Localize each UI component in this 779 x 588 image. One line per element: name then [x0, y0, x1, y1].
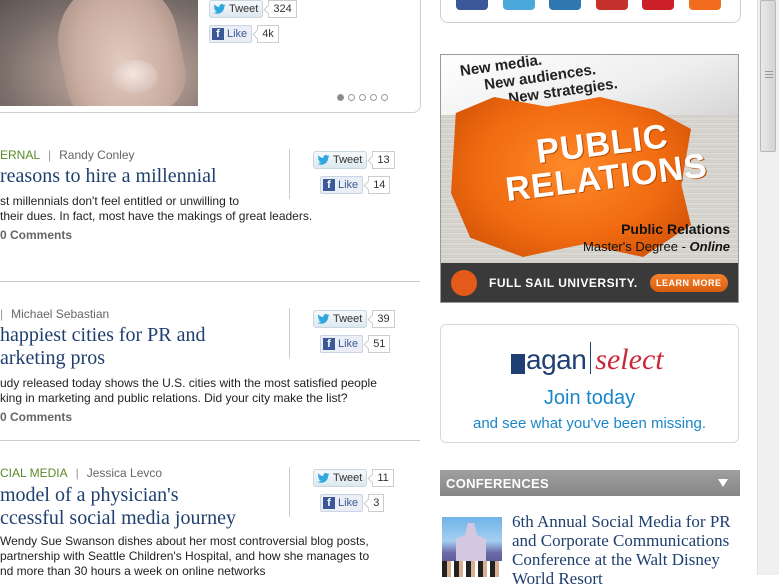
conference-title-link[interactable]: 6th Annual Social Media for PR and Corpo… [512, 512, 752, 588]
youtube-icon[interactable] [596, 0, 628, 10]
article-3-meta: CIAL MEDIA | Jessica Levco [0, 466, 163, 480]
slide-dot-4[interactable] [370, 94, 377, 101]
slide-pager [337, 94, 388, 101]
article-2-meta: | Michael Sebastian [0, 307, 110, 321]
article-3-headline[interactable]: model of a physician's ccessful social m… [0, 484, 236, 530]
article-2-tweet-button[interactable]: Tweet 39 [313, 310, 395, 328]
article-1-excerpt: st millennials don't feel entitled or un… [0, 194, 313, 223]
tweet-count: 13 [372, 151, 395, 169]
twitter-icon[interactable] [503, 0, 535, 10]
article-1-meta: ERNAL | Randy Conley [0, 148, 135, 162]
social-icons-bar [440, 0, 741, 23]
chevron-down-icon[interactable] [718, 479, 728, 487]
article-1-comments[interactable]: 0 Comments [0, 228, 72, 242]
article-2-comments[interactable]: 0 Comments [0, 410, 72, 424]
rss-icon[interactable] [689, 0, 721, 10]
article-separator [0, 440, 420, 441]
ragan-subtext: and see what you've been missing. [472, 415, 706, 432]
tweet-count: 324 [268, 0, 297, 18]
article-1-like-button[interactable]: f Like 14 [320, 176, 391, 194]
slide-dot-1[interactable] [337, 94, 344, 101]
tweet-label: Tweet [229, 3, 259, 15]
twitter-bird-icon [317, 473, 330, 483]
tweet-count: 39 [372, 310, 395, 328]
facebook-f-icon: f [323, 179, 335, 191]
article-2-headline[interactable]: happiest cities for PR and arketing pros [0, 324, 206, 370]
pinterest-icon[interactable] [642, 0, 674, 10]
learn-more-button[interactable]: LEARN MORE [650, 274, 728, 292]
article-3-like-button[interactable]: f Like 3 [320, 494, 385, 512]
ragan-join-link[interactable]: Join today [441, 387, 738, 410]
article-1-headline[interactable]: reasons to hire a millennial [0, 165, 217, 188]
article-2-like-button[interactable]: f Like 51 [320, 335, 391, 353]
facebook-f-icon: f [323, 497, 335, 509]
ad-degree-subtitle: Master's Degree - Online [583, 239, 730, 254]
article-1-tweet-button[interactable]: Tweet 13 [313, 151, 395, 169]
ad-degree-title: Public Relations [621, 221, 730, 237]
public-relations-ad[interactable]: New media. New audiences. New strategies… [440, 54, 739, 303]
like-count: 51 [368, 335, 391, 353]
divider [289, 149, 290, 199]
article-3-category[interactable]: CIAL MEDIA [0, 466, 68, 480]
hero-tweet-button[interactable]: Tweet 324 [209, 0, 297, 18]
tweet-count: 11 [372, 469, 394, 487]
article-1-author[interactable]: Randy Conley [59, 148, 134, 162]
vertical-scrollbar[interactable] [757, 0, 779, 575]
article-2-excerpt: udy released today shows the U.S. cities… [0, 376, 377, 405]
twitter-bird-icon [317, 155, 330, 165]
article-separator [0, 281, 420, 282]
slide-dot-5[interactable] [381, 94, 388, 101]
article-3-author[interactable]: Jessica Levco [87, 466, 162, 480]
article-3-tweet-button[interactable]: Tweet 11 [313, 469, 394, 487]
facebook-icon[interactable] [456, 0, 488, 10]
article-3-excerpt: Wendy Sue Swanson dishes about her most … [0, 534, 370, 578]
hero-like-button[interactable]: f Like 4k [209, 25, 279, 43]
divider [289, 308, 290, 358]
article-2-author[interactable]: Michael Sebastian [11, 307, 109, 321]
ragan-select-promo[interactable]: agan select Join today and see what you'… [440, 324, 739, 443]
full-sail-logo-icon [451, 270, 477, 296]
ragan-select-logo: agan select [511, 342, 664, 375]
scrollbar-thumb[interactable] [760, 0, 776, 152]
like-count: 3 [368, 494, 385, 512]
twitter-bird-icon [317, 314, 330, 324]
facebook-f-icon: f [323, 338, 335, 350]
facebook-f-icon: f [212, 28, 224, 40]
slide-dot-2[interactable] [348, 94, 355, 101]
slide-dot-3[interactable] [359, 94, 366, 101]
like-count: 14 [368, 176, 391, 194]
conferences-header[interactable]: CONFERENCES [440, 470, 740, 496]
article-1-category[interactable]: ERNAL [0, 148, 40, 162]
conference-thumbnail[interactable] [442, 517, 502, 577]
divider [289, 467, 290, 517]
twitter-bird-icon [213, 4, 226, 14]
ad-school-name: FULL SAIL UNIVERSITY. [489, 276, 638, 290]
like-label: Like [227, 28, 248, 40]
like-count: 4k [257, 25, 279, 43]
linkedin-icon[interactable] [549, 0, 581, 10]
